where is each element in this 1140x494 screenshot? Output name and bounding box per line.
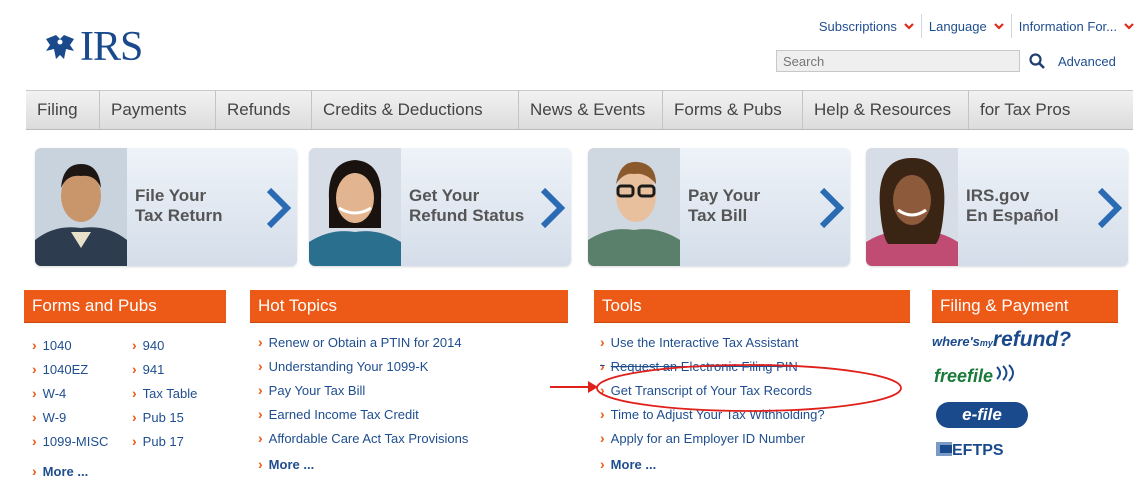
hot-topic-link[interactable]: Earned Income Tax Credit <box>258 406 419 422</box>
form-link-w4[interactable]: W-4 <box>32 385 67 401</box>
nav-for-tax-pros[interactable]: for Tax Pros <box>969 91 1133 129</box>
nav-credits-deductions[interactable]: Credits & Deductions <box>312 91 519 129</box>
tile-file-tax-return[interactable]: File Your Tax Return <box>35 148 297 266</box>
person-photo <box>35 148 127 266</box>
nav-payments[interactable]: Payments <box>100 91 216 129</box>
my-text: my <box>979 338 993 348</box>
eftps-mark-icon <box>936 442 952 456</box>
efile-logo[interactable]: e-file <box>936 402 1028 428</box>
tile-title-line1: Pay Your <box>688 186 761 205</box>
search-bar: Advanced <box>776 50 1116 72</box>
tool-link[interactable]: Use the Interactive Tax Assistant <box>600 334 799 350</box>
utility-nav: Subscriptions Language Information For..… <box>812 14 1134 38</box>
person-photo <box>309 148 401 266</box>
form-link-w9[interactable]: W-9 <box>32 409 67 425</box>
search-input[interactable] <box>776 50 1020 72</box>
chevron-right-icon <box>1097 188 1122 228</box>
irs-logo[interactable]: IRS <box>42 22 143 72</box>
tile-irs-espanol[interactable]: IRS.gov En Español <box>866 148 1128 266</box>
advanced-search-link[interactable]: Advanced <box>1058 54 1116 69</box>
nav-help-resources[interactable]: Help & Resources <box>803 91 969 129</box>
tile-pay-tax-bill[interactable]: Pay Your Tax Bill <box>588 148 850 266</box>
form-link-pub-17[interactable]: Pub 17 <box>132 433 184 449</box>
nav-forms-pubs[interactable]: Forms & Pubs <box>663 91 803 129</box>
tile-title-line1: IRS.gov <box>966 186 1030 205</box>
tile-refund-status[interactable]: Get Your Refund Status <box>309 148 571 266</box>
chevron-right-icon <box>540 188 565 228</box>
hot-topics-more-link[interactable]: More ... <box>258 456 315 472</box>
nav-news-events[interactable]: News & Events <box>519 91 663 129</box>
refund-text: refund? <box>992 328 1072 351</box>
language-label: Language <box>928 18 987 34</box>
tool-link-get-transcript[interactable]: Get Transcript of Your Tax Records <box>600 382 812 398</box>
tool-link[interactable]: Apply for an Employer ID Number <box>600 430 805 446</box>
tile-title: Get Your Refund Status <box>409 186 529 226</box>
filing-payment-header: Filing & Payment <box>932 290 1118 323</box>
tile-title-line2: Tax Return <box>135 206 223 225</box>
hot-topic-link[interactable]: Pay Your Tax Bill <box>258 382 366 398</box>
person-photo <box>866 148 958 266</box>
nav-filing[interactable]: Filing <box>26 91 100 129</box>
forms-more-link[interactable]: More ... <box>32 463 89 479</box>
annotation-arrowhead <box>588 381 598 393</box>
form-link-1040ez[interactable]: 1040EZ <box>32 361 89 377</box>
tile-title-line2: Tax Bill <box>688 206 748 225</box>
freefile-text: freefile <box>934 366 994 386</box>
tile-title: IRS.gov En Español <box>966 186 1086 226</box>
forms-pubs-header: Forms and Pubs <box>24 290 226 323</box>
information-for-menu[interactable]: Information For... <box>1012 14 1134 38</box>
form-link-941[interactable]: 941 <box>132 361 165 377</box>
form-link-1099-misc[interactable]: 1099-MISC <box>32 433 109 449</box>
hot-topics-header: Hot Topics <box>250 290 568 323</box>
tools-more-link[interactable]: More ... <box>600 456 657 472</box>
main-nav: Filing Payments Refunds Credits & Deduct… <box>26 90 1133 130</box>
tile-title-line1: Get Your <box>409 186 480 205</box>
tile-title-line2: Refund Status <box>409 206 525 225</box>
hot-topic-link[interactable]: Understanding Your 1099-K <box>258 358 429 374</box>
hot-topic-link[interactable]: Affordable Care Act Tax Provisions <box>258 430 469 446</box>
search-icon[interactable] <box>1028 52 1046 70</box>
chevron-right-icon <box>819 188 844 228</box>
subscriptions-label: Subscriptions <box>818 18 897 34</box>
tile-title: File Your Tax Return <box>135 186 255 226</box>
hot-topic-link[interactable]: Renew or Obtain a PTIN for 2014 <box>258 334 462 350</box>
chevron-down-icon <box>993 23 1004 30</box>
tool-link[interactable]: Request an Electronic Filing PIN <box>600 358 798 374</box>
form-link-1040[interactable]: 1040 <box>32 337 72 353</box>
eagle-icon <box>46 35 74 59</box>
chevron-down-icon <box>904 23 914 30</box>
eftps-text: EFTPS <box>952 442 1004 459</box>
subscriptions-menu[interactable]: Subscriptions <box>812 14 922 38</box>
tools-header: Tools <box>594 290 910 323</box>
freefile-logo[interactable]: freefile <box>934 364 1019 387</box>
person-photo <box>588 148 680 266</box>
information-for-label: Information For... <box>1018 18 1117 34</box>
form-link-940[interactable]: 940 <box>132 337 165 353</box>
nav-refunds[interactable]: Refunds <box>216 91 312 129</box>
wheres-text: where's <box>932 334 980 349</box>
form-link-pub-15[interactable]: Pub 15 <box>132 409 184 425</box>
signal-waves-icon <box>996 364 1015 382</box>
tool-link[interactable]: Time to Adjust Your Tax Withholding? <box>600 406 825 422</box>
eftps-logo[interactable]: EFTPS <box>936 442 1004 460</box>
wheres-my-refund-logo[interactable]: where'smyrefund? <box>932 328 1071 352</box>
language-menu[interactable]: Language <box>922 14 1012 38</box>
chevron-down-icon <box>1124 23 1134 30</box>
tile-title-line1: File Your <box>135 186 207 205</box>
logo-text: IRS <box>80 24 143 70</box>
tile-title-line2: En Español <box>966 206 1059 225</box>
tile-title: Pay Your Tax Bill <box>688 186 808 226</box>
form-link-tax-table[interactable]: Tax Table <box>132 385 198 401</box>
chevron-right-icon <box>266 188 291 228</box>
